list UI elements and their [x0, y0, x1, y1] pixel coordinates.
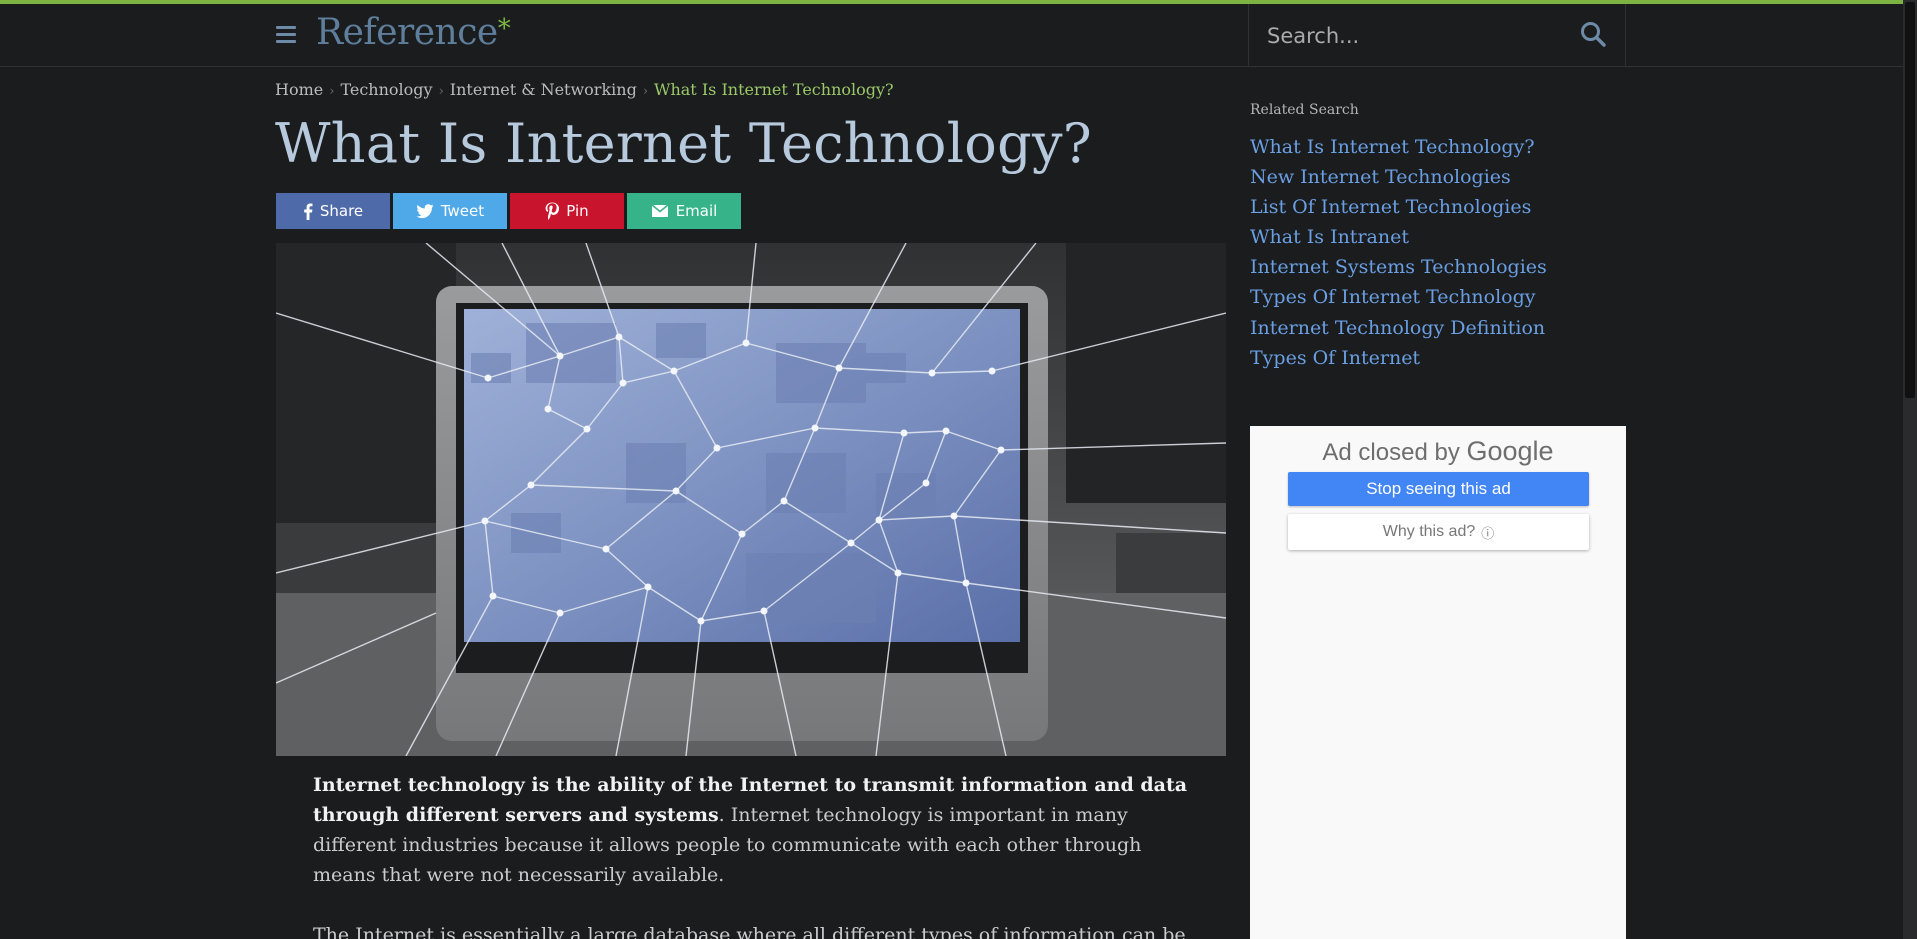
- related-search-list: What Is Internet Technology? New Interne…: [1250, 136, 1547, 377]
- facebook-icon: [304, 203, 313, 220]
- page-scrollbar[interactable]: [1903, 0, 1917, 939]
- article-lead-paragraph: Internet technology is the ability of th…: [313, 770, 1193, 890]
- related-search-item: List Of Internet Technologies: [1250, 196, 1547, 226]
- ad-closed-prefix: Ad closed by: [1322, 439, 1460, 466]
- pinterest-icon: [545, 202, 560, 220]
- share-pinterest-label: Pin: [566, 202, 589, 220]
- related-search-link[interactable]: What Is Internet Technology?: [1250, 136, 1535, 158]
- related-search-item: Internet Systems Technologies: [1250, 256, 1547, 286]
- related-search-item: What Is Intranet: [1250, 226, 1547, 256]
- related-search-label: Related Search: [1250, 102, 1359, 118]
- breadcrumb-home[interactable]: Home: [275, 80, 323, 99]
- search-box: [1248, 4, 1626, 67]
- why-this-ad-button[interactable]: Why this ad? ⓘ: [1288, 514, 1589, 550]
- stop-seeing-ad-button[interactable]: Stop seeing this ad: [1288, 472, 1589, 506]
- related-search-item: Internet Technology Definition: [1250, 317, 1547, 347]
- related-search-item: Types Of Internet Technology: [1250, 286, 1547, 316]
- share-facebook-button[interactable]: Share: [276, 193, 390, 229]
- google-logo: Google: [1466, 436, 1554, 466]
- share-twitter-button[interactable]: Tweet: [393, 193, 507, 229]
- share-twitter-label: Tweet: [440, 202, 485, 220]
- hamburger-menu-icon[interactable]: [276, 22, 300, 48]
- hero-image: [276, 243, 1226, 756]
- related-search-link[interactable]: What Is Intranet: [1250, 226, 1409, 248]
- scrollbar-thumb[interactable]: [1905, 2, 1915, 398]
- related-search-link[interactable]: List Of Internet Technologies: [1250, 196, 1531, 218]
- share-buttons: Share Tweet Pin Email: [276, 193, 741, 229]
- ad-container: Ad closed by Google Stop seeing this ad …: [1250, 426, 1626, 939]
- why-this-ad-label: Why this ad?: [1382, 523, 1476, 540]
- breadcrumb-separator: ›: [642, 84, 649, 99]
- twitter-icon: [416, 203, 434, 218]
- related-search-link[interactable]: New Internet Technologies: [1250, 166, 1511, 188]
- related-search-item: New Internet Technologies: [1250, 166, 1547, 196]
- related-search-item: What Is Internet Technology?: [1250, 136, 1547, 166]
- article-body: Internet technology is the ability of th…: [313, 770, 1193, 939]
- related-search-link[interactable]: Types Of Internet Technology: [1250, 286, 1536, 308]
- related-search-link[interactable]: Types Of Internet: [1250, 347, 1420, 369]
- search-icon[interactable]: [1579, 20, 1609, 50]
- email-icon: [651, 204, 669, 217]
- info-icon: ⓘ: [1481, 525, 1495, 541]
- logo-text: Reference: [316, 12, 498, 53]
- share-pinterest-button[interactable]: Pin: [510, 193, 624, 229]
- related-search-link[interactable]: Internet Systems Technologies: [1250, 256, 1547, 278]
- breadcrumb-technology[interactable]: Technology: [340, 80, 432, 99]
- page-title: What Is Internet Technology?: [275, 112, 1093, 175]
- site-header: Reference*: [0, 4, 1917, 67]
- breadcrumb-separator: ›: [329, 84, 335, 99]
- ad-closed-message: Ad closed by Google: [1250, 436, 1626, 467]
- related-search-item: Types Of Internet: [1250, 347, 1547, 377]
- related-search-link[interactable]: Internet Technology Definition: [1250, 317, 1545, 339]
- article-paragraph: The Internet is essentially a large data…: [313, 924, 1186, 939]
- breadcrumb-current[interactable]: What Is Internet Technology?: [654, 80, 894, 99]
- share-email-label: Email: [675, 202, 718, 220]
- breadcrumb-separator: ›: [438, 84, 444, 99]
- site-logo[interactable]: Reference*: [316, 12, 511, 53]
- breadcrumb-internet-networking[interactable]: Internet & Networking: [450, 80, 637, 99]
- logo-star: *: [497, 14, 511, 44]
- share-email-button[interactable]: Email: [627, 193, 741, 229]
- share-facebook-label: Share: [319, 202, 364, 220]
- breadcrumb: Home › Technology › Internet & Networking › Wh…: [275, 80, 894, 99]
- search-input[interactable]: [1267, 20, 1567, 52]
